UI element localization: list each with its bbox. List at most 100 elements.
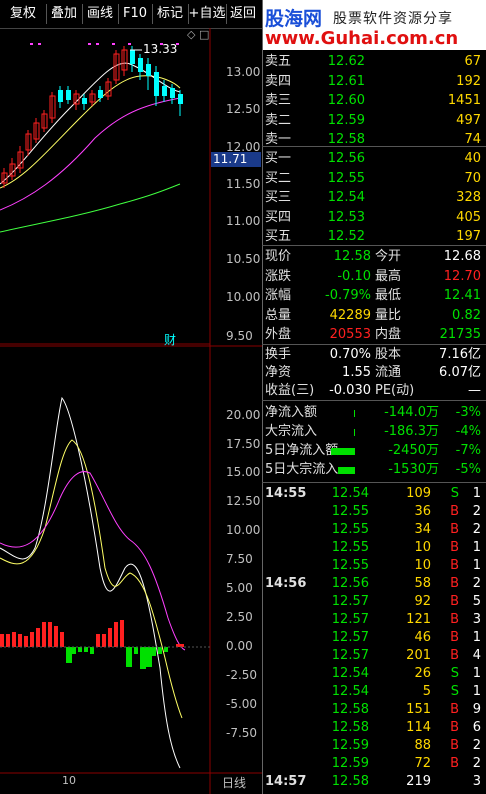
stat-label: 涨幅 [265,288,292,303]
tick-row[interactable]: 12.54 5 S 1 [263,683,485,701]
tick-side: B [450,720,459,735]
order-volume: 405 [456,209,481,225]
tick-row[interactable]: 12.59 72 B 2 [263,755,485,773]
draw-line-button[interactable]: 画线 [82,4,119,24]
tick-count: 1 [472,630,481,645]
order-row[interactable]: 买四 12.53 405 [263,209,485,227]
tick-row[interactable]: 14:57 12.58 219 3 [263,773,485,791]
tick-row[interactable]: 12.57 121 B 3 [263,611,485,629]
tick-side: B [450,540,459,555]
tick-price: 12.57 [331,630,369,645]
fund-flow-bar [354,429,355,436]
order-row[interactable]: 卖三 12.60 1451 [263,92,485,110]
fund-flow-amount: -1530万 [388,462,439,477]
order-label: 买五 [265,229,292,244]
fund-flow-label: 5日大宗流入 [265,462,339,477]
finance-row: 净资 1.55 流通 6.07亿 [263,364,485,382]
price-axis-tick: 11.00 [226,214,261,228]
tick-row[interactable]: 12.58 151 B 9 [263,701,485,719]
order-volume: 67 [464,54,481,69]
tick-volume: 36 [414,504,431,519]
tick-volume: 46 [414,630,431,645]
mark-button[interactable]: 标记 [152,4,189,24]
tick-row[interactable]: 14:55 12.54 109 S 1 [263,485,485,503]
overlay-button[interactable]: 叠加 [46,4,83,24]
price-axis-tick: 13.00 [226,65,261,79]
stat-row: 总量 42289 量比 0.82 [263,307,485,325]
tick-row[interactable]: 12.57 92 B 5 [263,593,485,611]
finance-label: 净资 [265,365,292,380]
candles [1,46,183,188]
tick-row[interactable]: 12.54 26 S 1 [263,665,485,683]
order-label: 卖三 [265,93,292,108]
stat-value: 12.68 [443,249,481,264]
stat-label: 现价 [265,249,292,264]
fund-flow-amount: -144.0万 [384,405,439,420]
indicator-axis-tick: 12.50 [226,494,261,508]
fund-flow-label: 净流入额 [265,405,318,420]
order-row[interactable]: 买一 12.56 40 [263,150,485,168]
divider [262,400,486,401]
order-row[interactable]: 买五 12.52 197 [263,228,485,246]
tick-row[interactable]: 12.55 34 B 2 [263,521,485,539]
order-volume: 192 [456,73,481,89]
tick-count: 1 [472,666,481,681]
price-axis-tick: 12.50 [226,102,261,116]
tick-price: 12.59 [331,756,369,771]
indicator-axis-tick: 0.00 [226,639,253,653]
tick-row[interactable]: 12.58 114 B 6 [263,719,485,737]
tick-price: 12.57 [331,612,369,627]
finance-tag[interactable]: 财 [164,331,176,348]
tick-price: 12.57 [331,594,369,609]
tick-row[interactable]: 12.55 10 B 1 [263,557,485,575]
tick-row[interactable]: 12.57 201 B 4 [263,647,485,665]
order-price: 12.62 [327,54,365,69]
window-icon[interactable]: □ [199,28,209,41]
tick-price: 12.57 [331,648,369,663]
kline-chart-svg [0,28,262,794]
stat-label: 外盘 [265,327,292,342]
stat-label: 最低 [375,288,402,303]
tick-row[interactable]: 12.55 10 B 1 [263,539,485,557]
banner: 股海网 股票软件资源分享 www.Guhai.com.cn [263,0,486,50]
tick-row[interactable]: 12.55 36 B 2 [263,503,485,521]
indicator-axis-tick: 7.50 [226,552,253,566]
indicator-axis-tick: -7.50 [226,726,258,740]
order-price: 12.56 [327,151,365,166]
order-row[interactable]: 卖二 12.59 497 [263,112,485,130]
stat-value: 12.58 [333,249,371,264]
order-row[interactable]: 买二 12.55 70 [263,170,485,188]
add-watchlist-button[interactable]: +自选 [188,4,227,24]
tick-price: 12.55 [331,504,369,519]
order-row[interactable]: 卖五 12.62 67 [263,53,485,71]
finance-row: 换手 0.70% 股本 7.16亿 [263,346,485,364]
tick-side: B [450,558,459,573]
f10-button[interactable]: F10 [118,4,153,24]
stat-value: 0.82 [452,307,481,323]
order-row[interactable]: 买三 12.54 328 [263,189,485,207]
tick-row[interactable]: 12.57 46 B 1 [263,629,485,647]
period-label[interactable]: 日线 [222,774,246,791]
tick-volume: 10 [414,540,431,555]
kline-chart-panel[interactable]: ◇ □ 13.33 13.00 12.50 12.00 11.50 11.00 … [0,28,262,794]
fund-flow-amount: -2450万 [388,443,439,458]
back-button[interactable]: 返回 [226,4,260,24]
indicator-axis-tick: 17.50 [226,437,261,451]
restore-rights-button[interactable]: 复权 [0,4,47,24]
banner-slogan: 股票软件资源分享 [333,11,453,27]
tick-volume: 58 [414,576,431,591]
stat-label: 涨跌 [265,268,292,284]
tick-row[interactable]: 14:56 12.56 58 B 2 [263,575,485,593]
fund-flow-row: 5日大宗流入 -1530万 -5% [263,461,485,479]
tick-volume: 10 [414,558,431,573]
fund-flow-row: 5日净流入额 -2450万 -7% [263,442,485,460]
stat-label: 内盘 [375,327,402,342]
stat-row: 现价 12.58 今开 12.68 [263,248,485,266]
finance-label: 换手 [265,347,292,362]
order-row[interactable]: 卖四 12.61 192 [263,73,485,91]
tick-count: 9 [472,702,481,717]
stat-value: 21735 [439,327,481,342]
tick-time: 14:56 [265,576,307,591]
tick-row[interactable]: 12.59 88 B 2 [263,737,485,755]
diamond-icon[interactable]: ◇ [187,28,195,41]
